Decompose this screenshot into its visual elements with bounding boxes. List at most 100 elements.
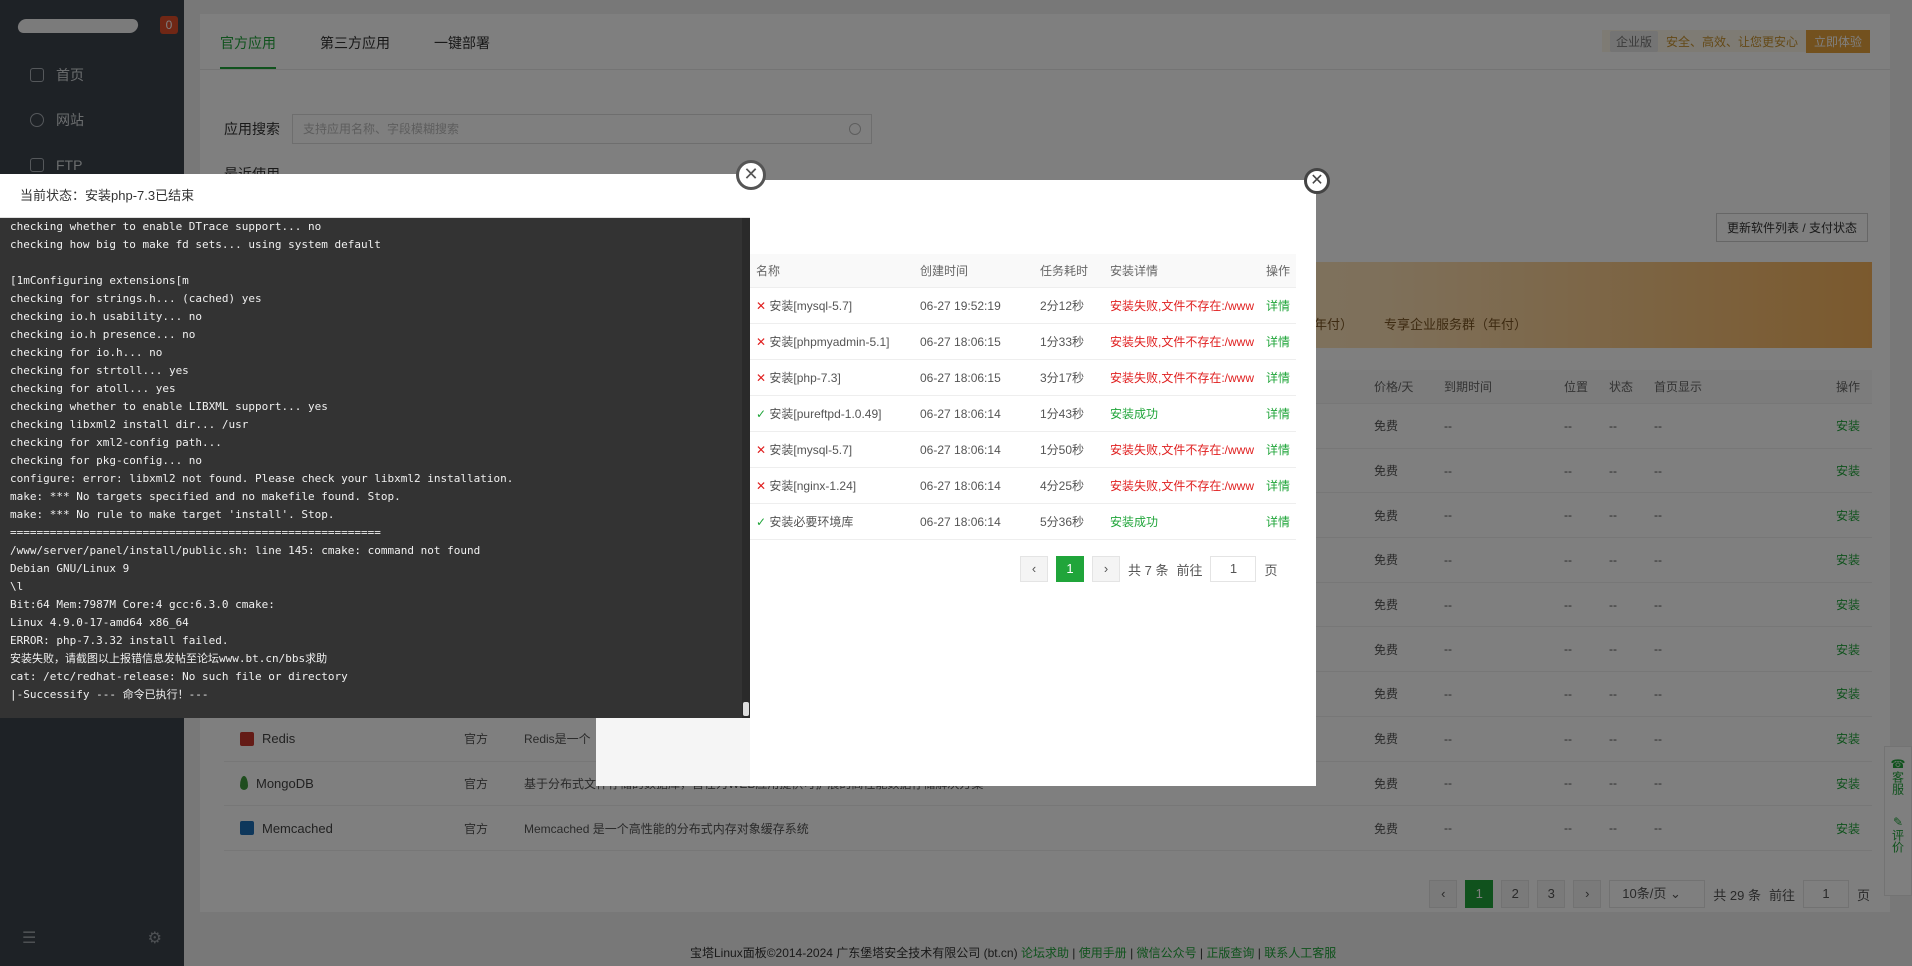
task-name: ✓ 安装[pureftpd-1.0.49] (750, 405, 920, 422)
task-detail-link[interactable]: 详情 (1266, 477, 1296, 494)
log-scrollbar-thumb[interactable] (743, 702, 749, 716)
log-line: checking libxml2 install dir... /usr (10, 416, 732, 434)
task-detail-link[interactable]: 详情 (1266, 405, 1296, 422)
task-page-1-button[interactable]: 1 (1056, 556, 1084, 582)
task-dialog-close-icon[interactable]: ✕ (1304, 168, 1330, 194)
task-goto-page-input[interactable]: 1 (1210, 556, 1256, 582)
task-name: ✕ 安装[mysql-5.7] (750, 441, 920, 458)
log-line: |-Successify --- 命令已执行！--- (10, 686, 732, 704)
task-detail: 安装失败,文件不存在:/www (1110, 369, 1266, 386)
log-line: /www/server/panel/install/public.sh: lin… (10, 542, 732, 560)
header-duration: 任务耗时 (1040, 262, 1110, 279)
log-line: checking for strings.h... (cached) yes (10, 290, 732, 308)
log-line: checking io.h presence... no (10, 326, 732, 344)
task-duration: 3分17秒 (1040, 369, 1110, 386)
task-table: 名称 创建时间 任务耗时 安装详情 操作 ✕ 安装[mysql-5.7] 06-… (750, 254, 1296, 540)
task-prev-page-button[interactable]: ‹ (1020, 556, 1048, 582)
task-name: ✕ 安装[php-7.3] (750, 369, 920, 386)
log-line: [1mConfiguring extensions[m (10, 272, 732, 290)
check-icon: ✓ (756, 407, 766, 421)
log-line: \l (10, 578, 732, 596)
task-name-text: 安装[nginx-1.24] (769, 479, 856, 493)
task-time: 06-27 18:06:14 (920, 515, 1040, 529)
task-row: ✕ 安装[php-7.3] 06-27 18:06:15 3分17秒 安装失败,… (750, 360, 1296, 396)
check-icon: ✓ (756, 515, 766, 529)
log-line: checking how big to make fd sets... usin… (10, 236, 732, 254)
task-detail-link[interactable]: 详情 (1266, 369, 1296, 386)
task-row: ✓ 安装[pureftpd-1.0.49] 06-27 18:06:14 1分4… (750, 396, 1296, 432)
log-line (10, 254, 732, 272)
task-page-unit: 页 (1264, 560, 1277, 579)
log-scrollbar[interactable] (742, 218, 750, 718)
task-name-text: 安装必要环境库 (769, 515, 853, 529)
task-row: ✓ 安装必要环境库 06-27 18:06:14 5分36秒 安装成功 详情 (750, 504, 1296, 540)
task-detail-link[interactable]: 详情 (1266, 297, 1296, 314)
task-table-header: 名称 创建时间 任务耗时 安装详情 操作 (750, 254, 1296, 288)
task-row: ✕ 安装[phpmyadmin-5.1] 06-27 18:06:15 1分33… (750, 324, 1296, 360)
task-name-text: 安装[pureftpd-1.0.49] (769, 407, 881, 421)
log-line: Bit:64 Mem:7987M Core:4 gcc:6.3.0 cmake: (10, 596, 732, 614)
header-task-op: 操作 (1266, 262, 1296, 279)
task-name: ✕ 安装[mysql-5.7] (750, 297, 920, 314)
task-row: ✕ 安装[mysql-5.7] 06-27 19:52:19 2分12秒 安装失… (750, 288, 1296, 324)
task-name-text: 安装[mysql-5.7] (769, 443, 852, 457)
task-detail-link[interactable]: 详情 (1266, 333, 1296, 350)
log-line: cat: /etc/redhat-release: No such file o… (10, 668, 732, 686)
task-total-count: 共 7 条 (1128, 560, 1168, 579)
task-detail: 安装成功 (1110, 405, 1266, 422)
task-next-page-button[interactable]: › (1092, 556, 1120, 582)
log-line: checking io.h usability... no (10, 308, 732, 326)
log-line: checking for atoll... yes (10, 380, 732, 398)
install-log-dialog: 当前状态：安装php-7.3已结束 checking whether to en… (0, 174, 750, 718)
task-duration: 1分50秒 (1040, 441, 1110, 458)
task-detail: 安装失败,文件不存在:/www (1110, 477, 1266, 494)
log-line: checking whether to enable DTrace suppor… (10, 218, 732, 236)
task-goto-label: 前往 (1176, 560, 1202, 579)
task-detail: 安装成功 (1110, 513, 1266, 530)
cross-icon: ✕ (756, 371, 766, 385)
log-line: checking for strtoll... yes (10, 362, 732, 380)
log-line: Debian GNU/Linux 9 (10, 560, 732, 578)
task-detail-link[interactable]: 详情 (1266, 441, 1296, 458)
log-line: checking for pkg-config... no (10, 452, 732, 470)
header-create-time: 创建时间 (920, 262, 1040, 279)
task-row: ✕ 安装[nginx-1.24] 06-27 18:06:14 4分25秒 安装… (750, 468, 1296, 504)
cross-icon: ✕ (756, 479, 766, 493)
log-line: checking for xml2-config path... (10, 434, 732, 452)
log-line: configure: error: libxml2 not found. Ple… (10, 470, 732, 488)
log-line: ========================================… (10, 524, 732, 542)
task-duration: 1分43秒 (1040, 405, 1110, 422)
log-line: checking for io.h... no (10, 344, 732, 362)
log-line: 安装失败，请截图以上报错信息发帖至论坛www.bt.cn/bbs求助 (10, 650, 732, 668)
task-time: 06-27 18:06:14 (920, 407, 1040, 421)
task-name-text: 安装[mysql-5.7] (769, 299, 852, 313)
task-time: 06-27 18:06:14 (920, 479, 1040, 493)
task-name: ✕ 安装[phpmyadmin-5.1] (750, 333, 920, 350)
log-line: Linux 4.9.0-17-amd64 x86_64 (10, 614, 732, 632)
log-dialog-close-icon[interactable]: ✕ (736, 160, 766, 190)
install-log-terminal[interactable]: checking whether to enable DTrace suppor… (0, 218, 742, 718)
log-dialog-title: 当前状态：安装php-7.3已结束 (0, 174, 750, 218)
task-detail: 安装失败,文件不存在:/www (1110, 441, 1266, 458)
task-detail: 安装失败,文件不存在:/www (1110, 333, 1266, 350)
task-detail-link[interactable]: 详情 (1266, 513, 1296, 530)
task-name: ✓ 安装必要环境库 (750, 513, 920, 530)
task-duration: 5分36秒 (1040, 513, 1110, 530)
task-detail: 安装失败,文件不存在:/www (1110, 297, 1266, 314)
task-time: 06-27 18:06:15 (920, 335, 1040, 349)
task-duration: 2分12秒 (1040, 297, 1110, 314)
log-line: make: *** No rule to make target 'instal… (10, 506, 732, 524)
log-line: ERROR: php-7.3.32 install failed. (10, 632, 732, 650)
header-install-detail: 安装详情 (1110, 262, 1266, 279)
log-line: checking whether to enable LIBXML suppor… (10, 398, 732, 416)
task-row: ✕ 安装[mysql-5.7] 06-27 18:06:14 1分50秒 安装失… (750, 432, 1296, 468)
task-time: 06-27 18:06:15 (920, 371, 1040, 385)
task-name-text: 安装[php-7.3] (769, 371, 840, 385)
header-task-name: 名称 (750, 262, 920, 279)
task-pagination: ‹ 1 › 共 7 条 前往 1 页 (1020, 556, 1278, 582)
cross-icon: ✕ (756, 443, 766, 457)
log-line: make: *** No targets specified and no ma… (10, 488, 732, 506)
cross-icon: ✕ (756, 335, 766, 349)
task-time: 06-27 18:06:14 (920, 443, 1040, 457)
cross-icon: ✕ (756, 299, 766, 313)
